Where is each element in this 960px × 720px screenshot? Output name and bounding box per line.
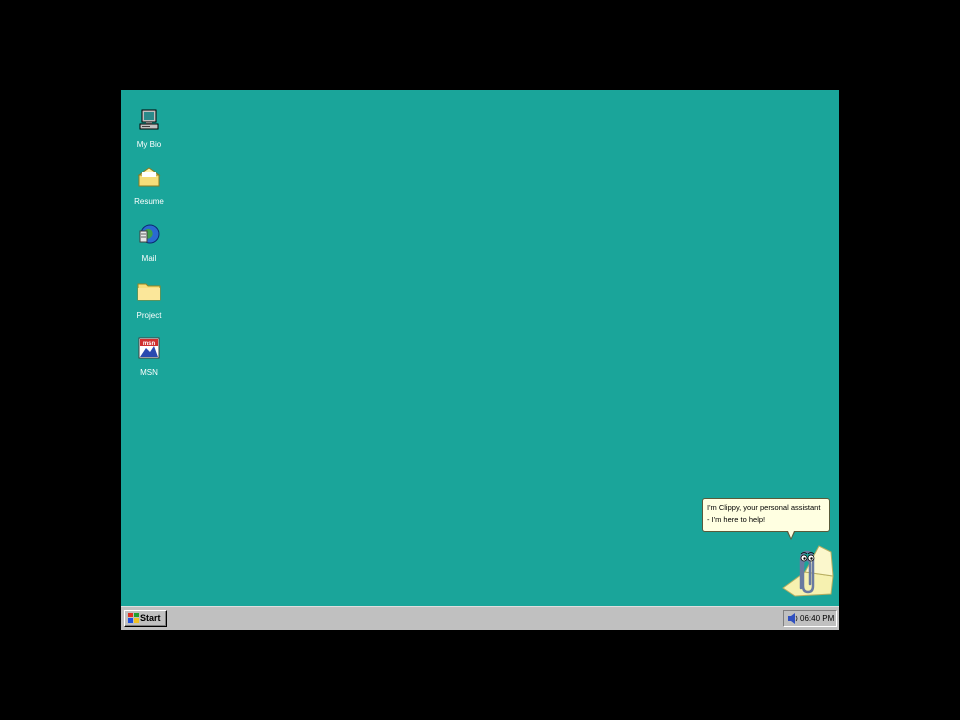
mail-globe-icon [139,224,160,244]
desktop-icon-label: Project [136,311,162,320]
taskbar-clock[interactable]: 06:40 PM [800,611,834,626]
assistant-message-line-1: I'm Clippy, your personal assistant [707,503,821,512]
computer-icon [139,109,159,130]
desktop-icon-label: Mail [141,254,157,263]
system-tray: 06:40 PM [783,610,837,627]
folder-icon [137,283,161,301]
paperclip-icon[interactable] [775,542,837,598]
desktop-icon-resume[interactable]: Resume [127,165,171,207]
desktop-icon-my-bio[interactable]: My Bio [127,108,171,150]
start-button-label: Start [140,613,161,623]
windows-logo-icon [128,613,139,623]
desktop[interactable]: My Bio Resume Mail Project msn MSN I'm C… [121,90,839,606]
desktop-icon-project[interactable]: Project [127,279,171,321]
assistant-speech-bubble[interactable]: I'm Clippy, your personal assistant - I'… [702,498,830,540]
desktop-icon-mail[interactable]: Mail [127,222,171,264]
msn-icon: msn [138,337,160,359]
svg-text:msn: msn [143,341,156,347]
taskbar: Start 06:40 PM [121,606,839,630]
desktop-icon-label: My Bio [136,140,162,149]
screen: My Bio Resume Mail Project msn MSN I'm C… [121,90,839,630]
desktop-icon-label: Resume [134,197,164,206]
start-button[interactable]: Start [124,610,167,627]
speech-bubble-tail-fill [788,531,794,538]
desktop-icon-label: MSN [140,368,158,377]
open-folder-icon [137,167,161,187]
desktop-icon-msn[interactable]: msn MSN [127,336,171,378]
assistant-message-line-2: - I'm here to help! [707,515,766,524]
volume-icon[interactable] [787,613,798,624]
